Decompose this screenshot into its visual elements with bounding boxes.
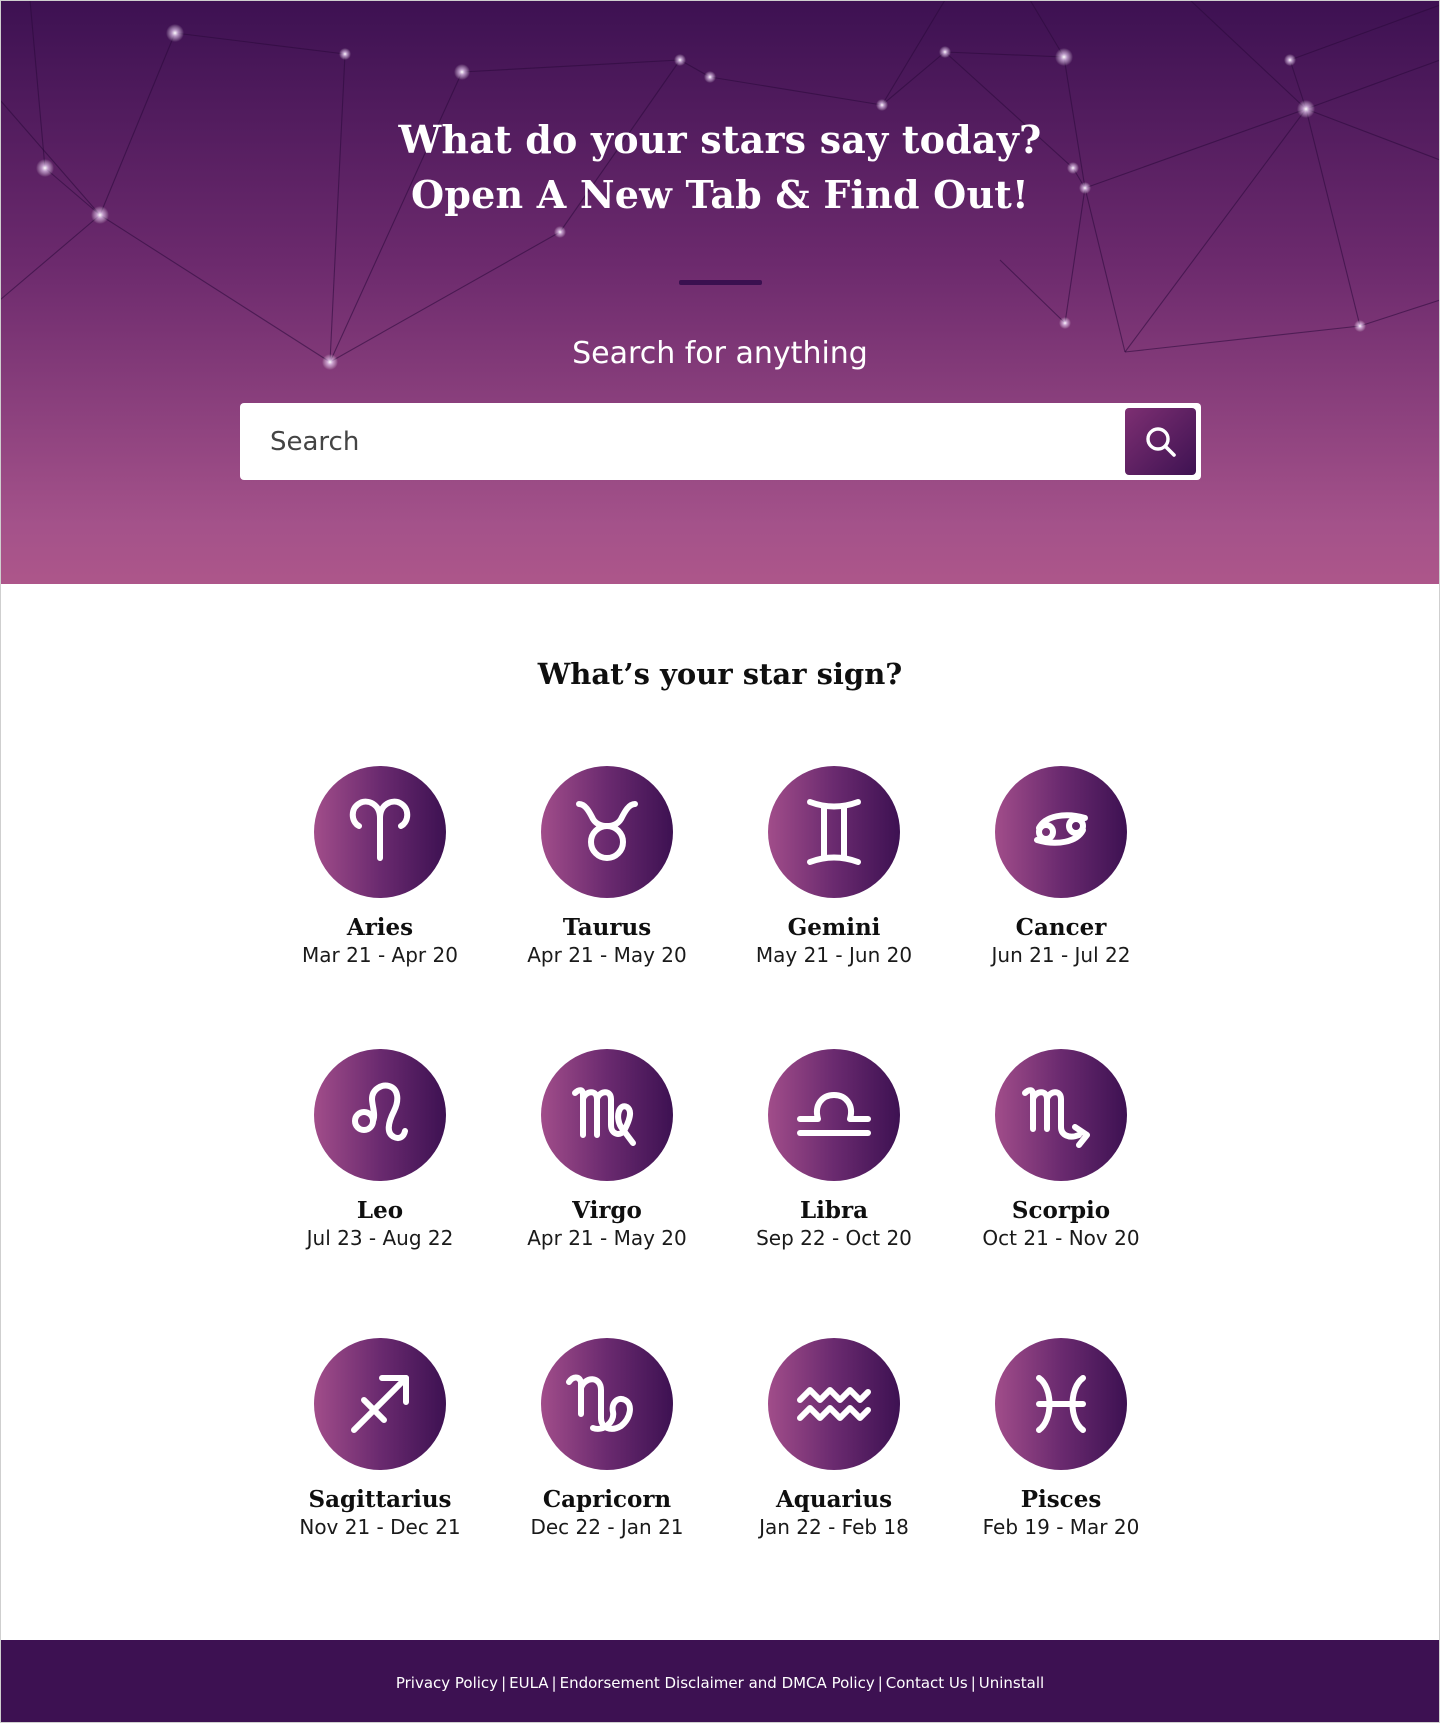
- sign-card-sagittarius[interactable]: Sagittarius Nov 21 - Dec 21: [270, 1338, 490, 1540]
- leo-icon: [352, 1082, 408, 1142]
- virgo-icon: [572, 1087, 636, 1146]
- eula-link[interactable]: EULA: [509, 1674, 548, 1692]
- sign-name: Sagittarius: [308, 1486, 452, 1513]
- uninstall-link[interactable]: Uninstall: [979, 1674, 1044, 1692]
- sign-dates: Oct 21 - Nov 20: [982, 1226, 1140, 1250]
- hero-title-line-1: What do your stars say today?: [398, 117, 1042, 162]
- sign-dates: Nov 21 - Dec 21: [299, 1515, 461, 1539]
- privacy-policy-link[interactable]: Privacy Policy: [396, 1674, 498, 1692]
- sign-dates: Mar 21 - Apr 20: [302, 943, 458, 967]
- sign-icon-circle: [995, 1049, 1127, 1181]
- aquarius-icon: [797, 1387, 871, 1421]
- sign-name: Scorpio: [1011, 1197, 1111, 1224]
- sign-icon-circle: [995, 766, 1127, 898]
- sign-dates: Jun 21 - Jul 22: [991, 943, 1131, 967]
- sign-dates: Apr 21 - May 20: [527, 1226, 687, 1250]
- sign-dates: Apr 21 - May 20: [527, 943, 687, 967]
- footer: Privacy Policy | EULA | Endorsement Disclaim…: [0, 1640, 1440, 1723]
- sign-icon-circle: [314, 1338, 446, 1470]
- star-sign-heading: What’s your star sign?: [537, 657, 903, 691]
- dmca-policy-link[interactable]: Endorsement Disclaimer and DMCA Policy: [560, 1674, 875, 1692]
- sign-name: Libra: [799, 1197, 868, 1224]
- sign-card-gemini[interactable]: Gemini May 21 - Jun 20: [724, 766, 944, 968]
- sign-card-cancer[interactable]: Cancer Jun 21 - Jul 22: [951, 766, 1171, 968]
- sign-card-taurus[interactable]: Taurus Apr 21 - May 20: [497, 766, 717, 968]
- footer-separator: |: [970, 1673, 976, 1692]
- aries-icon: [349, 798, 411, 861]
- sign-card-aries[interactable]: Aries Mar 21 - Apr 20: [270, 766, 490, 968]
- sign-card-libra[interactable]: Libra Sep 22 - Oct 20: [724, 1049, 944, 1251]
- libra-icon: [797, 1092, 871, 1136]
- search-heading: Search for anything: [572, 336, 868, 371]
- search-bar: [240, 403, 1201, 480]
- pisces-icon: [1036, 1375, 1086, 1433]
- sign-dates: May 21 - Jun 20: [755, 943, 913, 967]
- gemini-icon: [807, 799, 861, 865]
- sign-name: Cancer: [1015, 914, 1107, 941]
- footer-separator: |: [551, 1673, 557, 1692]
- hero-divider: [679, 280, 762, 285]
- sign-name: Taurus: [562, 914, 652, 941]
- sign-icon-circle: [541, 1049, 673, 1181]
- sign-icon-circle: [541, 766, 673, 898]
- sign-icon-circle: [768, 766, 900, 898]
- sign-dates: Jul 23 - Aug 22: [306, 1226, 454, 1250]
- sign-card-aquarius[interactable]: Aquarius Jan 22 - Feb 18: [724, 1338, 944, 1540]
- sign-icon-circle: [314, 1049, 446, 1181]
- search-icon: [1145, 426, 1176, 457]
- sign-icon-circle: [995, 1338, 1127, 1470]
- contact-us-link[interactable]: Contact Us: [886, 1674, 968, 1692]
- sign-name: Aquarius: [775, 1486, 893, 1513]
- sagittarius-icon: [351, 1375, 409, 1433]
- sign-card-pisces[interactable]: Pisces Feb 19 - Mar 20: [951, 1338, 1171, 1540]
- sign-icon-circle: [314, 766, 446, 898]
- sign-name: Aries: [346, 914, 414, 941]
- sign-dates: Feb 19 - Mar 20: [982, 1515, 1140, 1539]
- sign-card-leo[interactable]: Leo Jul 23 - Aug 22: [270, 1049, 490, 1251]
- footer-links: Privacy Policy | EULA | Endorsement Disclaim…: [396, 1674, 1044, 1692]
- sign-icon-circle: [541, 1338, 673, 1470]
- sign-card-capricorn[interactable]: Capricorn Dec 22 - Jan 21: [497, 1338, 717, 1540]
- sign-name: Pisces: [1020, 1486, 1102, 1513]
- cancer-icon: [1034, 812, 1088, 846]
- sign-card-virgo[interactable]: Virgo Apr 21 - May 20: [497, 1049, 717, 1251]
- sign-name: Capricorn: [542, 1486, 672, 1513]
- sign-icon-circle: [768, 1338, 900, 1470]
- search-button[interactable]: [1125, 408, 1196, 475]
- capricorn-icon: [566, 1374, 633, 1432]
- sign-icon-circle: [768, 1049, 900, 1181]
- scorpio-icon: [1022, 1087, 1090, 1148]
- sign-dates: Sep 22 - Oct 20: [756, 1226, 912, 1250]
- taurus-icon: [576, 801, 638, 861]
- sign-card-scorpio[interactable]: Scorpio Oct 21 - Nov 20: [951, 1049, 1171, 1251]
- hero-banner: What do your stars say today? Open A New…: [0, 0, 1440, 584]
- sign-dates: Dec 22 - Jan 21: [530, 1515, 684, 1539]
- sign-dates: Jan 22 - Feb 18: [759, 1515, 909, 1539]
- footer-separator: |: [877, 1673, 883, 1692]
- hero-title: What do your stars say today? Open A New…: [0, 112, 1440, 222]
- hero-title-line-2: Open A New Tab & Find Out!: [411, 172, 1029, 217]
- footer-separator: |: [501, 1673, 507, 1692]
- sign-name: Gemini: [787, 914, 881, 941]
- sign-name: Virgo: [572, 1197, 642, 1224]
- constellation-background: [0, 0, 1440, 370]
- search-input[interactable]: [268, 415, 1092, 469]
- sign-name: Leo: [356, 1197, 404, 1224]
